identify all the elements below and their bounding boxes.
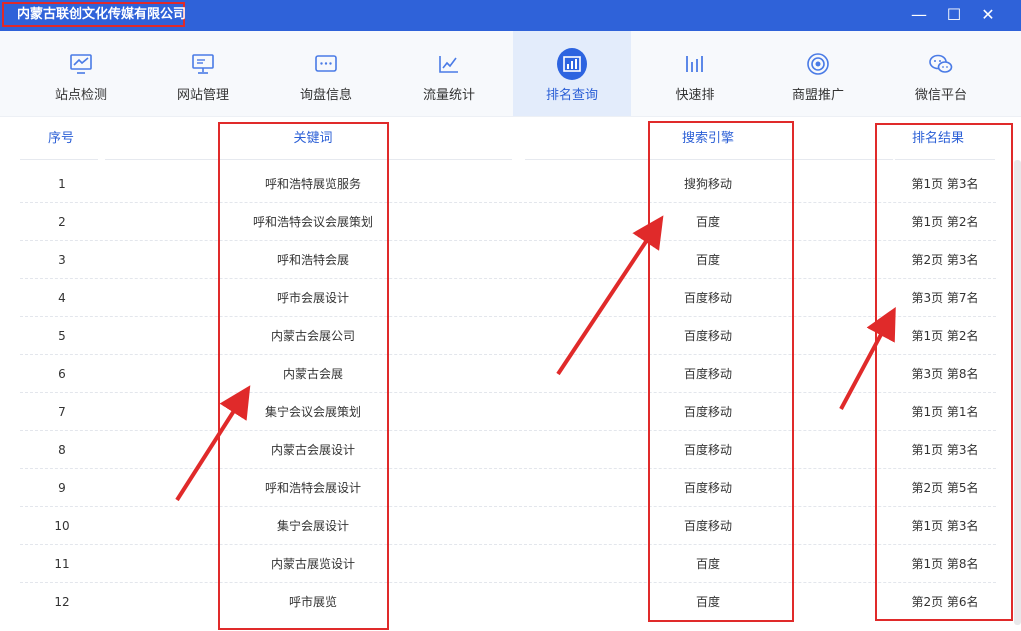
arrow-keyword <box>175 385 251 502</box>
arrow-result <box>839 306 896 410</box>
annotation-arrows <box>175 215 896 502</box>
arrow-engine <box>556 215 664 376</box>
